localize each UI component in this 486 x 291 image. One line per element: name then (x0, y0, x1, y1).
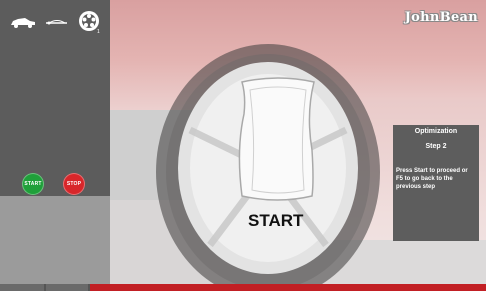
wheel-icon[interactable]: 1 (78, 10, 102, 34)
stop-button[interactable]: STOP (63, 173, 85, 195)
wheel-balancer-screen: 1 START STOP JohnBean START Optimization… (0, 0, 486, 291)
left-lower-panel (0, 196, 110, 284)
info-title: Optimization (414, 128, 458, 135)
brand-logo: JohnBean (404, 10, 478, 25)
function-key-bar (0, 284, 486, 291)
car-icon[interactable] (10, 16, 36, 28)
balance-icon[interactable] (45, 17, 69, 27)
left-panel: 1 START STOP (0, 0, 110, 196)
start-button[interactable]: START (22, 173, 44, 195)
info-panel: Optimization Step 2 Press Start to proce… (393, 125, 479, 241)
start-button-label: START (24, 181, 42, 187)
start-instruction: START (248, 211, 304, 230)
function-key-3[interactable] (90, 284, 486, 291)
function-key-2[interactable] (46, 284, 88, 291)
stop-button-label: STOP (66, 181, 82, 187)
wheel-index-label: 1 (97, 29, 100, 34)
info-step: Step 2 (425, 143, 447, 150)
info-text: Press Start to proceed or F5 to go back … (396, 168, 468, 190)
function-key-1[interactable] (0, 284, 44, 291)
